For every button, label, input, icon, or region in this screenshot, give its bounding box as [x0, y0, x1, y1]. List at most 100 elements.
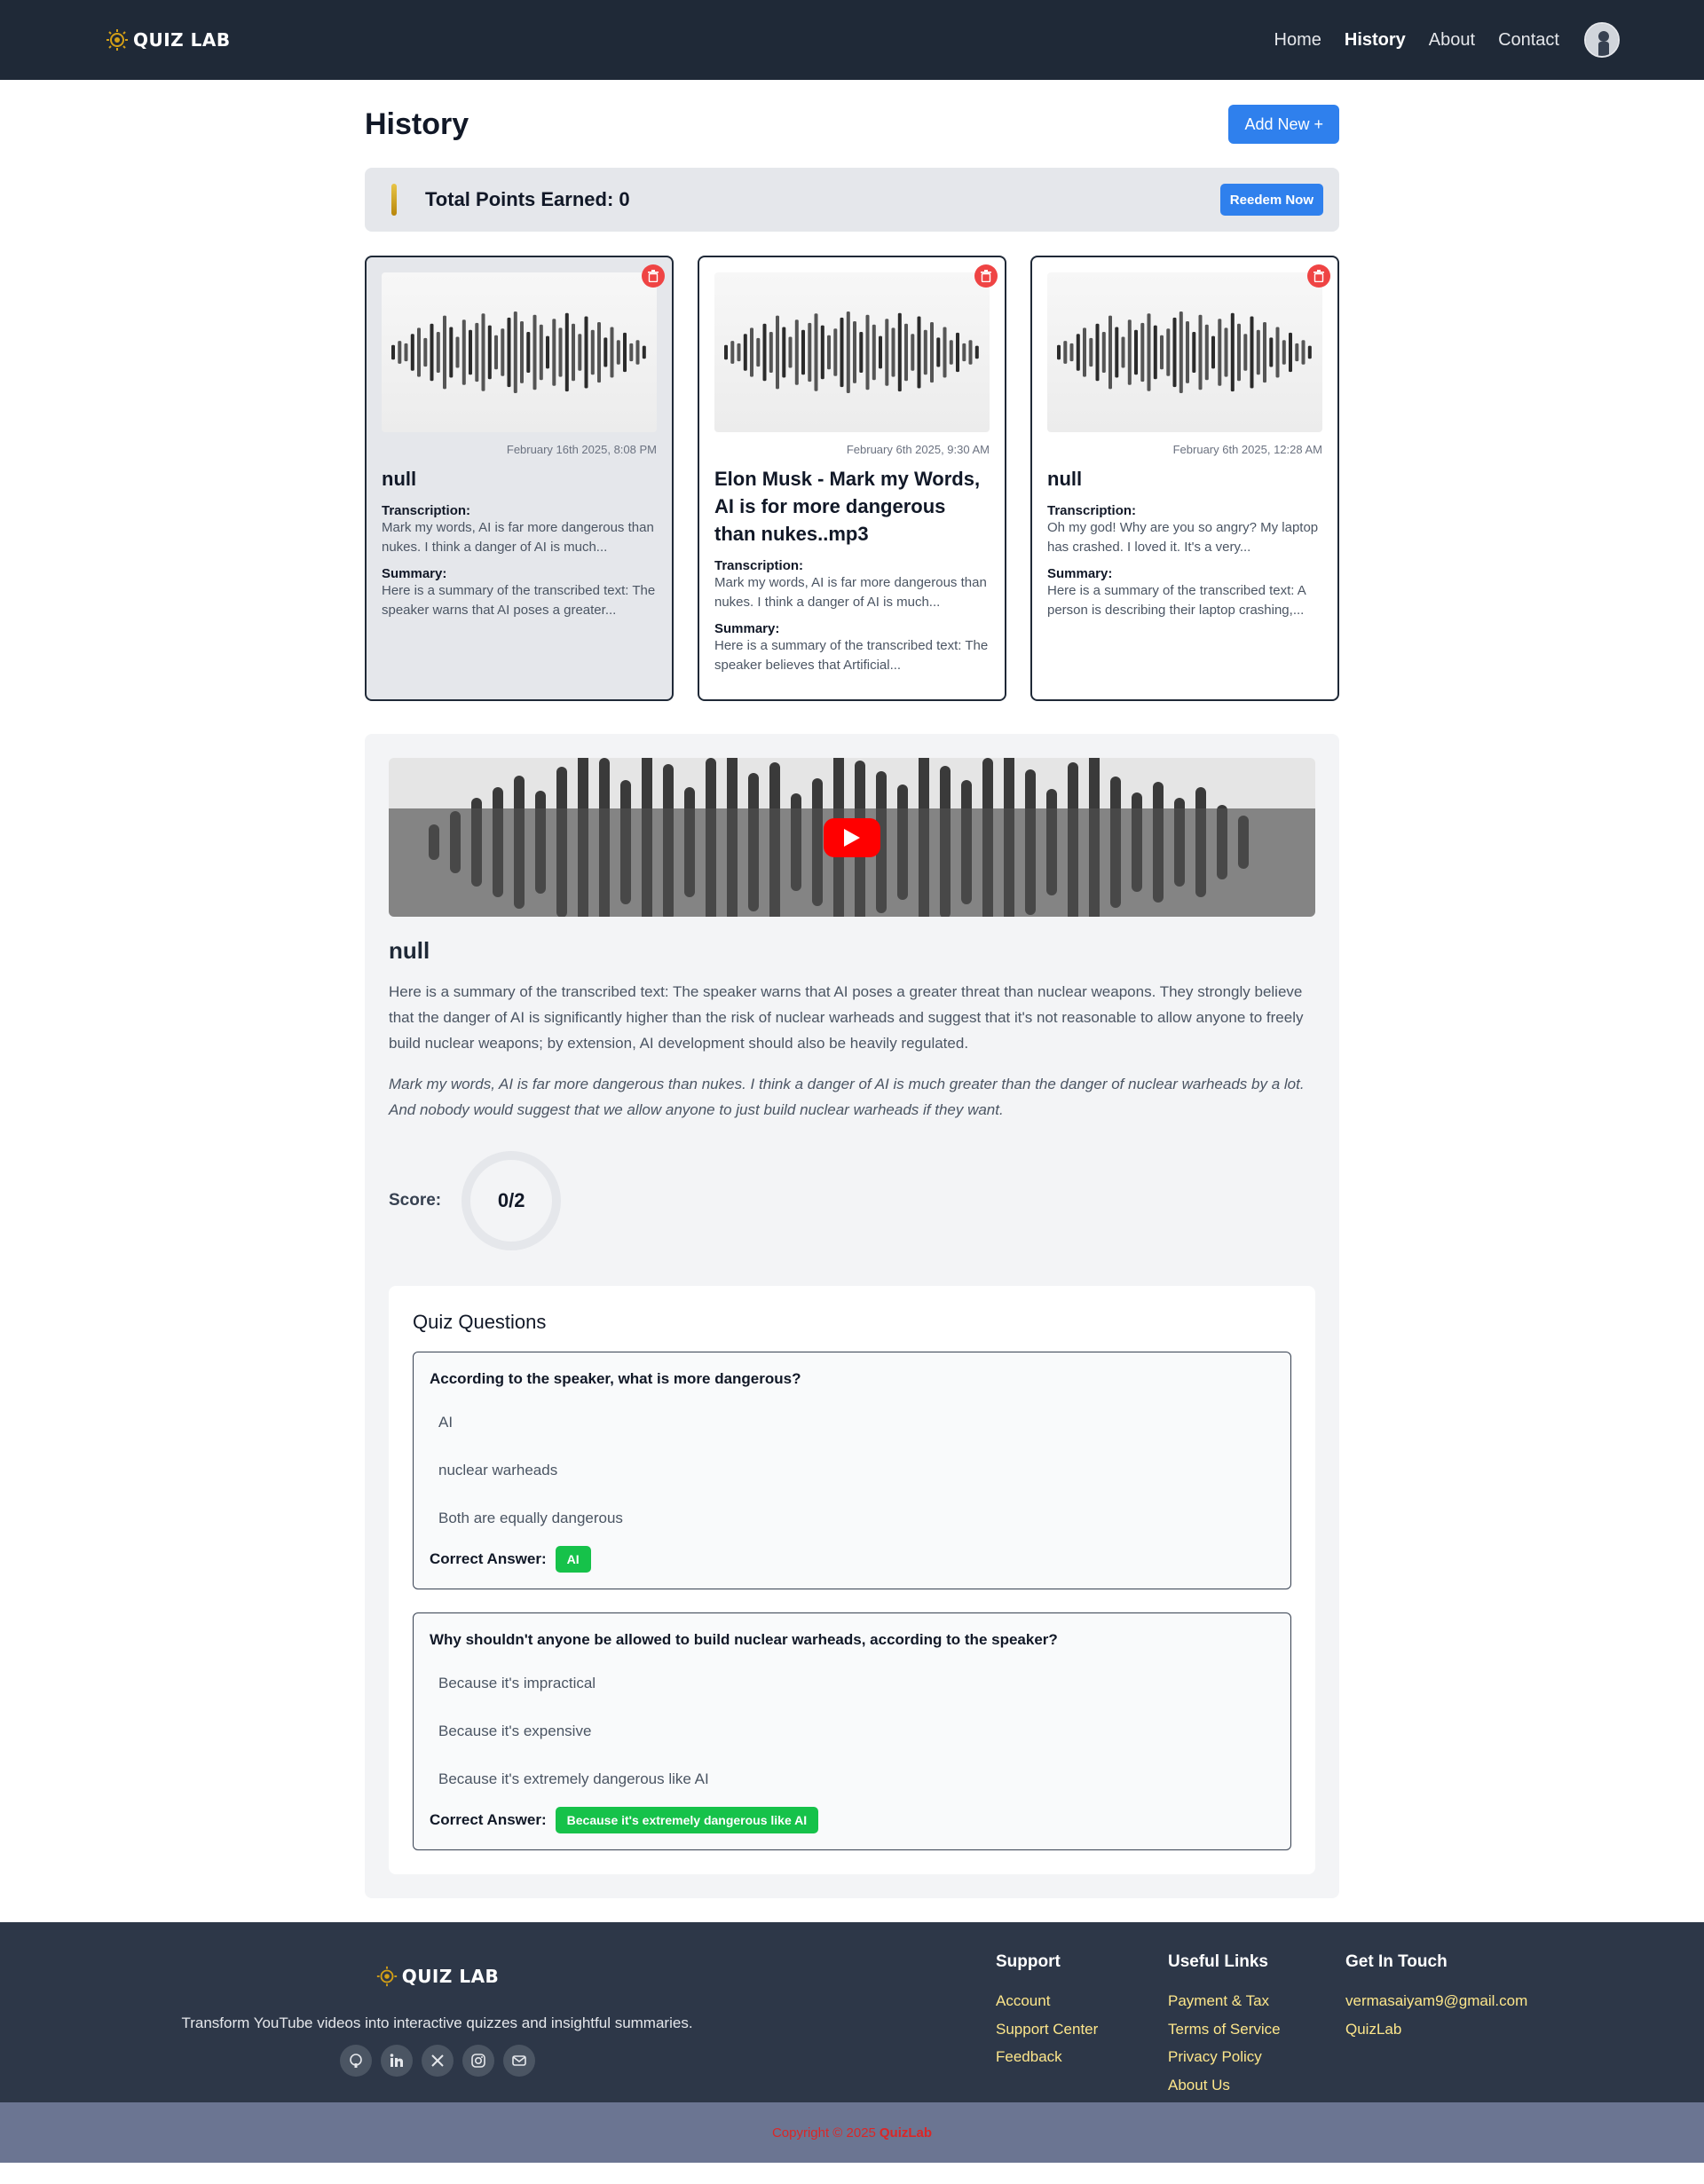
detail-panel: null Here is a summary of the transcribe… — [365, 734, 1339, 1898]
footer-useful-column: Useful Links Payment & Tax Terms of Serv… — [1168, 1952, 1281, 2099]
correct-answer-row: Correct Answer: AI — [430, 1546, 1274, 1573]
history-card[interactable]: February 6th 2025, 9:30 AM Elon Musk - M… — [698, 256, 1006, 701]
footer-link-account[interactable]: Account — [996, 1987, 1098, 2015]
points-coin-icon — [391, 184, 397, 216]
summary-text: Here is a summary of the transcribed tex… — [1047, 583, 1306, 618]
footer-link-quizlab[interactable]: QuizLab — [1345, 2015, 1527, 2044]
nav-link-home[interactable]: Home — [1274, 30, 1321, 51]
quiz-section: Quiz Questions According to the speaker,… — [389, 1286, 1315, 1874]
correct-answer-badge: Because it's extremely dangerous like AI — [555, 1807, 819, 1833]
footer-link-privacy[interactable]: Privacy Policy — [1168, 2043, 1281, 2071]
waveform-icon — [724, 311, 979, 393]
footer-link-terms[interactable]: Terms of Service — [1168, 2015, 1281, 2044]
option[interactable]: Because it's impractical — [430, 1660, 1274, 1707]
option[interactable]: Because it's expensive — [430, 1707, 1274, 1755]
option[interactable]: AI — [430, 1399, 1274, 1447]
trash-icon — [981, 270, 991, 282]
social-links — [169, 2045, 706, 2077]
audio-waveform-thumbnail — [382, 272, 657, 432]
footer-logo[interactable]: QUIZ LAB — [169, 1965, 706, 1988]
waveform-icon — [391, 311, 646, 393]
page-title: History — [365, 106, 469, 141]
play-icon — [844, 829, 860, 847]
footer-tagline: Transform YouTube videos into interactiv… — [181, 2014, 693, 2031]
footer-link-feedback[interactable]: Feedback — [996, 2043, 1098, 2071]
user-silhouette-icon — [1586, 24, 1618, 56]
card-date: February 16th 2025, 8:08 PM — [506, 443, 657, 456]
options-list: AI nuclear warheads Both are equally dan… — [430, 1399, 1274, 1542]
history-card[interactable]: February 16th 2025, 8:08 PM null Transcr… — [365, 256, 674, 701]
quiz-question: Why shouldn't anyone be allowed to build… — [413, 1612, 1291, 1850]
delete-button[interactable] — [642, 264, 665, 288]
nav-link-history[interactable]: History — [1345, 30, 1406, 51]
transcription-text: Mark my words, AI is far more dangerous … — [382, 520, 654, 555]
transcription-label: Transcription: — [714, 558, 804, 573]
total-points-text: Total Points Earned: 0 — [425, 188, 630, 210]
footer-support-column: Support Account Support Center Feedback — [996, 1952, 1098, 2071]
linkedin-icon[interactable] — [380, 2045, 413, 2077]
card-title: Elon Musk - Mark my Words, AI is for mor… — [714, 468, 981, 545]
footer-useful-title: Useful Links — [1168, 1952, 1268, 1971]
detail-summary: Here is a summary of the transcribed tex… — [389, 983, 1304, 1052]
score-ring: 0/2 — [462, 1151, 562, 1250]
trash-icon — [648, 270, 659, 282]
card-title: null — [1047, 468, 1083, 490]
correct-answer-badge: AI — [555, 1546, 591, 1573]
nav-link-about[interactable]: About — [1429, 30, 1475, 51]
copyright-text: Copyright © 2025 — [771, 2125, 876, 2141]
footer-brand-name: QUIZ LAB — [401, 1966, 500, 1987]
brain-lightbulb-icon — [106, 29, 128, 51]
brand-name: QUIZ LAB — [133, 29, 231, 51]
transcription-text: Mark my words, AI is far more dangerous … — [714, 575, 987, 610]
option[interactable]: nuclear warheads — [430, 1447, 1274, 1494]
history-page: History Add New + Total Points Earned: 0… — [365, 80, 1339, 1898]
page-header: History Add New + — [365, 104, 1339, 145]
transcription-label: Transcription: — [1047, 503, 1137, 518]
summary-label: Summary: — [1047, 566, 1113, 581]
detail-transcription: Mark my words, AI is far more dangerous … — [389, 1076, 1305, 1118]
card-date: February 6th 2025, 9:30 AM — [846, 443, 990, 456]
audio-waveform-thumbnail — [714, 272, 990, 432]
correct-answer-label: Correct Answer: — [430, 1811, 547, 1828]
instagram-icon[interactable] — [462, 2045, 494, 2077]
footer-support-title: Support — [996, 1952, 1061, 1971]
summary-text: Here is a summary of the transcribed tex… — [382, 583, 656, 618]
user-avatar[interactable] — [1584, 22, 1620, 58]
github-icon[interactable] — [339, 2045, 372, 2077]
correct-answer-label: Correct Answer: — [430, 1550, 547, 1567]
points-bar: Total Points Earned: 0 Reedem Now — [365, 168, 1339, 232]
footer-link-support-center[interactable]: Support Center — [996, 2015, 1098, 2044]
option[interactable]: Because it's extremely dangerous like AI — [430, 1755, 1274, 1803]
youtube-play-button[interactable] — [824, 818, 880, 857]
footer-link-payment-tax[interactable]: Payment & Tax — [1168, 1987, 1281, 2015]
options-list: Because it's impractical Because it's ex… — [430, 1660, 1274, 1803]
navbar: QUIZ LAB Home History About Contact — [0, 0, 1704, 80]
redeem-button[interactable]: Reedem Now — [1219, 184, 1323, 216]
score-row: Score: 0/2 — [389, 1151, 1315, 1250]
footer-link-email[interactable]: vermasaiyam9@gmail.com — [1345, 1987, 1527, 2015]
summary-label: Summary: — [714, 621, 780, 636]
copyright-bar: Copyright © 2025 QuizLab — [0, 2102, 1704, 2163]
card-title: null — [382, 468, 417, 490]
brand-logo[interactable]: QUIZ LAB — [105, 28, 231, 52]
brain-lightbulb-icon — [376, 1966, 397, 1987]
option[interactable]: Both are equally dangerous — [430, 1494, 1274, 1542]
add-new-button[interactable]: Add New + — [1228, 105, 1339, 144]
footer-link-about-us[interactable]: About Us — [1168, 2071, 1281, 2100]
history-card[interactable]: February 6th 2025, 12:28 AM null Transcr… — [1030, 256, 1339, 701]
summary-label: Summary: — [382, 566, 447, 581]
history-cards: February 16th 2025, 8:08 PM null Transcr… — [365, 256, 1339, 701]
delete-button[interactable] — [974, 264, 998, 288]
mail-icon[interactable] — [502, 2045, 535, 2077]
footer: QUIZ LAB Transform YouTube videos into i… — [0, 1922, 1704, 2102]
question-text: According to the speaker, what is more d… — [430, 1370, 801, 1387]
video-player[interactable] — [389, 758, 1315, 917]
nav-link-contact[interactable]: Contact — [1498, 30, 1559, 51]
correct-answer-row: Correct Answer: Because it's extremely d… — [430, 1807, 1274, 1833]
question-text: Why shouldn't anyone be allowed to build… — [430, 1631, 1058, 1648]
delete-button[interactable] — [1307, 264, 1330, 288]
transcription-text: Oh my god! Why are you so angry? My lapt… — [1047, 520, 1319, 555]
score-value: 0/2 — [497, 1189, 525, 1211]
trash-icon — [1314, 270, 1324, 282]
x-icon[interactable] — [421, 2045, 454, 2077]
